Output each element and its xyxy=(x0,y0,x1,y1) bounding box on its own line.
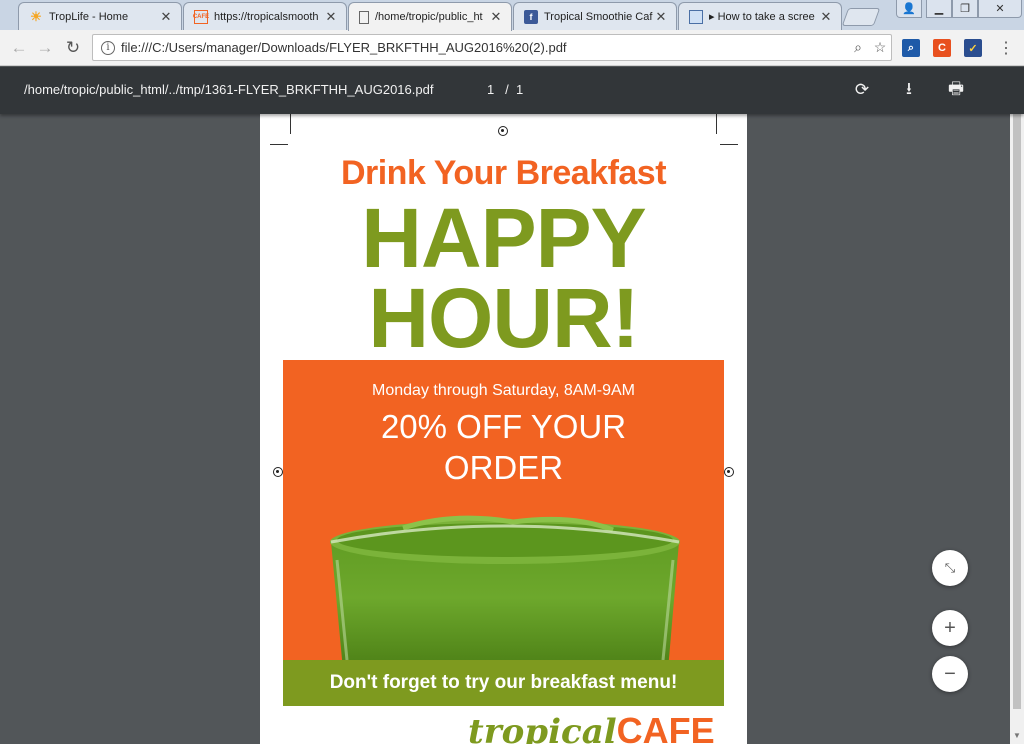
tab-title: ▸ How to take a scree xyxy=(709,11,815,23)
search-extension-icon[interactable]: ⌕ xyxy=(902,39,920,57)
close-icon[interactable]: ✕ xyxy=(489,9,503,25)
restore-button[interactable]: ❐ xyxy=(952,0,978,18)
tab-troplife-home[interactable]: ☀ TropLife - Home ✕ xyxy=(18,2,182,30)
registration-mark xyxy=(273,467,283,477)
offer-line-1: 20% OFF YOUR xyxy=(380,408,627,445)
logo-tropical: tropical xyxy=(468,712,617,744)
tab-title: TropLife - Home xyxy=(49,10,129,23)
bookmark-star-icon[interactable]: ☆ xyxy=(869,39,891,56)
forward-arrow-icon[interactable]: → xyxy=(34,37,56,59)
close-icon[interactable]: ✕ xyxy=(654,9,668,25)
tab-title: Tropical Smoothie Caf xyxy=(544,10,653,23)
page-separator: / xyxy=(505,82,509,97)
offer-panel: Monday through Saturday, 8AM-9AM 20% OFF… xyxy=(283,360,724,660)
download-icon[interactable]: ⭳ xyxy=(898,79,920,101)
reload-icon[interactable]: ↻ xyxy=(62,37,84,59)
offer-days: Monday through Saturday, 8AM-9AM xyxy=(372,382,635,399)
browser-toolbar: ← → ↻ i file:///C:/Users/manager/Downloa… xyxy=(0,30,1024,66)
page-indicator: 1 / 1 xyxy=(487,82,523,97)
flyer-happy: HAPPY xyxy=(361,191,646,285)
flyer-hour: HOUR! xyxy=(368,271,639,365)
green-smoothie-image xyxy=(330,515,680,660)
pdf-page: Drink Your Breakfast HAPPY HOUR! Monday … xyxy=(260,114,747,744)
total-pages: 1 xyxy=(515,82,524,97)
pdf-viewer: Drink Your Breakfast HAPPY HOUR! Monday … xyxy=(0,114,1010,744)
back-arrow-icon[interactable]: ← xyxy=(8,37,30,59)
check-extension-icon[interactable]: ✓ xyxy=(964,39,982,57)
registration-mark xyxy=(724,467,734,477)
close-icon[interactable]: ✕ xyxy=(819,9,833,25)
pdf-filename: /home/tropic/public_html/../tmp/1361-FLY… xyxy=(24,82,434,97)
offer-discount: 20% OFF YOUR ORDER xyxy=(283,406,724,488)
zoom-out-button[interactable]: − xyxy=(932,656,968,692)
close-icon[interactable]: ✕ xyxy=(324,9,338,25)
page-icon xyxy=(359,10,369,24)
url-text: file:///C:/Users/manager/Downloads/FLYER… xyxy=(121,40,567,55)
logo-cafe: CAFE xyxy=(616,710,715,744)
user-icon[interactable]: 👤 xyxy=(896,0,922,18)
sun-icon: ☀ xyxy=(30,8,42,24)
rotate-icon[interactable]: ⟳ xyxy=(851,79,873,101)
menu-kebab-icon[interactable]: ⋮ xyxy=(995,37,1017,59)
crop-mark xyxy=(270,144,288,145)
address-bar[interactable]: i file:///C:/Users/manager/Downloads/FLY… xyxy=(92,34,892,61)
current-page-input[interactable]: 1 xyxy=(487,82,494,97)
tab-how-to-screenshot[interactable]: ▸ How to take a scree ✕ xyxy=(678,2,842,30)
scrollbar-thumb[interactable] xyxy=(1013,89,1021,709)
minimize-button[interactable]: ▁ xyxy=(926,0,952,18)
facebook-icon: f xyxy=(524,9,538,24)
c-extension-icon[interactable]: C xyxy=(933,39,951,57)
crop-mark xyxy=(720,144,738,145)
info-icon[interactable]: i xyxy=(101,40,115,55)
tab-pdf-file[interactable]: /home/tropic/public_ht ✕ xyxy=(348,2,512,31)
zoom-magnifier-icon[interactable]: ⌕ xyxy=(847,39,869,56)
fit-to-page-button[interactable]: ⤡ xyxy=(932,550,968,586)
new-tab-button[interactable] xyxy=(841,8,881,26)
tab-facebook[interactable]: f Tropical Smoothie Caf ✕ xyxy=(513,2,677,30)
screenshot-icon xyxy=(689,9,703,24)
breakfast-menu-banner: Don't forget to try our breakfast menu! xyxy=(283,660,724,706)
registration-mark xyxy=(498,126,508,136)
tab-strip: ☀ TropLife - Home ✕ CAFE https://tropica… xyxy=(0,0,1024,31)
close-icon[interactable]: ✕ xyxy=(159,9,173,25)
zoom-in-button[interactable]: + xyxy=(932,610,968,646)
pdf-toolbar: /home/tropic/public_html/../tmp/1361-FLY… xyxy=(0,67,1024,114)
cafe-icon: CAFE xyxy=(193,9,209,24)
vertical-scrollbar[interactable]: ▲ ▼ xyxy=(1010,67,1024,744)
tab-tropicalsmoothie[interactable]: CAFE https://tropicalsmooth ✕ xyxy=(183,2,347,30)
tab-title: https://tropicalsmooth xyxy=(214,10,319,23)
print-icon[interactable]: 🖶 xyxy=(945,79,967,101)
tropical-cafe-logo: tropicalCAFE xyxy=(468,710,715,744)
window-close-button[interactable]: ✕ xyxy=(978,0,1022,18)
scroll-down-arrow-icon[interactable]: ▼ xyxy=(1010,729,1024,743)
crop-mark xyxy=(290,114,291,134)
tab-title: /home/tropic/public_ht xyxy=(375,11,483,23)
flyer-headline: Drink Your Breakfast xyxy=(340,154,667,192)
crop-mark xyxy=(716,114,717,134)
offer-line-2: ORDER xyxy=(443,449,564,486)
